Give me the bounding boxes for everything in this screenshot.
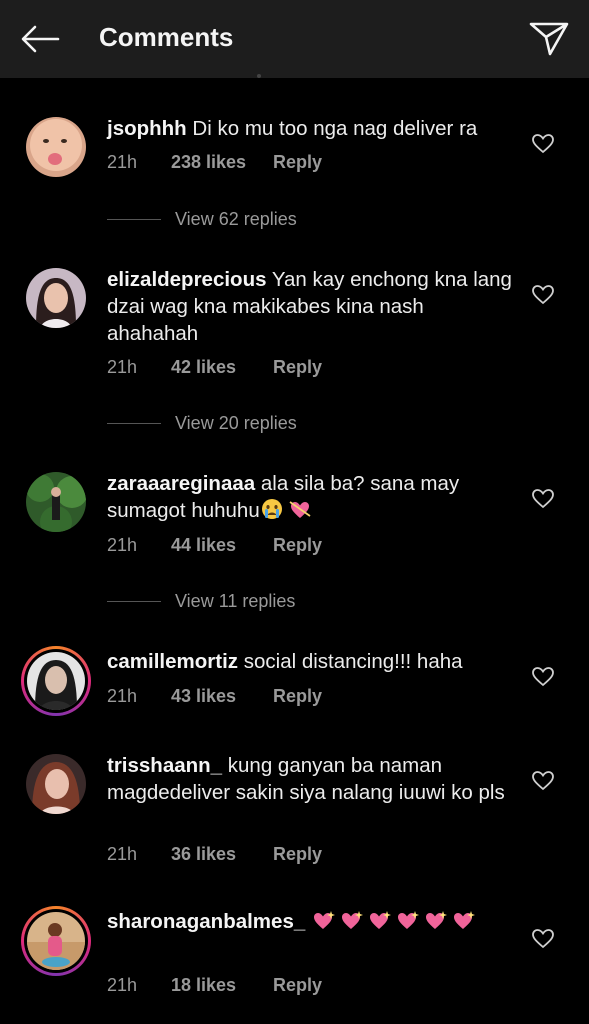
comment-username[interactable]: trisshaann_ <box>107 754 222 777</box>
heart-outline-icon[interactable] <box>532 771 554 791</box>
sparkling-heart-emoji <box>425 911 447 929</box>
comment-username[interactable]: jsophhh <box>107 117 187 140</box>
top-bar: Comments <box>0 0 589 78</box>
view-replies-label: View 62 replies <box>175 209 297 229</box>
heart-outline-icon[interactable] <box>532 134 554 154</box>
reply-button[interactable]: Reply <box>273 357 322 378</box>
divider <box>107 601 161 602</box>
divider <box>107 219 161 220</box>
view-replies-button[interactable]: View 62 replies <box>107 209 297 230</box>
comment-likes[interactable]: 44 likes <box>171 535 273 556</box>
comment-username[interactable]: elizaldeprecious <box>107 268 267 291</box>
comment-likes[interactable]: 238 likes <box>171 152 273 173</box>
page-title: Comments <box>99 22 234 52</box>
reply-button[interactable]: Reply <box>273 686 322 707</box>
comment-username[interactable]: camillemortiz <box>107 650 238 673</box>
heart-outline-icon[interactable] <box>532 667 554 687</box>
avatar <box>27 652 85 710</box>
avatar[interactable] <box>26 268 86 328</box>
comment-time: 21h <box>107 152 138 172</box>
comment-likes[interactable]: 36 likes <box>171 844 273 865</box>
avatar <box>27 912 85 970</box>
avatar-story-ring[interactable] <box>21 646 91 716</box>
comment-meta: 21h 44 likes Reply <box>107 535 322 556</box>
avatar[interactable] <box>26 117 86 177</box>
comment-text: Di ko mu too nga nag deliver ra <box>192 117 478 140</box>
comment-time: 21h <box>107 844 138 864</box>
comment-time: 21h <box>107 686 138 706</box>
sparkling-heart-emoji <box>453 911 475 929</box>
heart-with-arrow-emoji <box>289 501 311 518</box>
sparkling-heart-emoji <box>341 911 363 929</box>
comment-text: social distancing!!! haha <box>243 650 463 673</box>
comment-time: 21h <box>107 535 138 555</box>
comment-meta: 21h 42 likes Reply <box>107 357 322 378</box>
avatar[interactable] <box>26 754 86 814</box>
comment-meta: 21h 18 likes Reply <box>107 975 322 996</box>
comment-likes[interactable]: 43 likes <box>171 686 273 707</box>
scroll-indicator <box>257 74 261 78</box>
view-replies-label: View 11 replies <box>175 591 296 611</box>
comment-likes[interactable]: 18 likes <box>171 975 273 996</box>
reply-button[interactable]: Reply <box>273 844 322 865</box>
reply-button[interactable]: Reply <box>273 975 322 996</box>
heart-outline-icon[interactable] <box>532 489 554 509</box>
reply-button[interactable]: Reply <box>273 152 322 173</box>
comment-time: 21h <box>107 357 138 377</box>
comment-likes[interactable]: 42 likes <box>171 357 273 378</box>
crying-face-emoji <box>261 499 282 519</box>
sparkling-heart-emoji <box>313 911 335 929</box>
sparkling-heart-emoji <box>397 911 419 929</box>
comment-meta: 21h 43 likes Reply <box>107 686 322 707</box>
reply-button[interactable]: Reply <box>273 535 322 556</box>
back-arrow-icon[interactable] <box>20 24 60 54</box>
comment-username[interactable]: sharonaganbalmes_ <box>107 910 305 933</box>
heart-outline-icon[interactable] <box>532 285 554 305</box>
comment-meta: 21h 238 likes Reply <box>107 152 322 173</box>
divider <box>107 423 161 424</box>
avatar-story-ring[interactable] <box>21 906 91 976</box>
view-replies-button[interactable]: View 11 replies <box>107 591 295 612</box>
comment-meta: 21h 36 likes Reply <box>107 844 322 865</box>
comment-time: 21h <box>107 975 138 995</box>
view-replies-button[interactable]: View 20 replies <box>107 413 297 434</box>
view-replies-label: View 20 replies <box>175 413 297 433</box>
sparkling-heart-emoji <box>369 911 391 929</box>
paper-plane-icon[interactable] <box>528 20 570 58</box>
avatar[interactable] <box>26 472 86 532</box>
comment-username[interactable]: zaraaareginaaa <box>107 472 255 495</box>
heart-outline-icon[interactable] <box>532 929 554 949</box>
